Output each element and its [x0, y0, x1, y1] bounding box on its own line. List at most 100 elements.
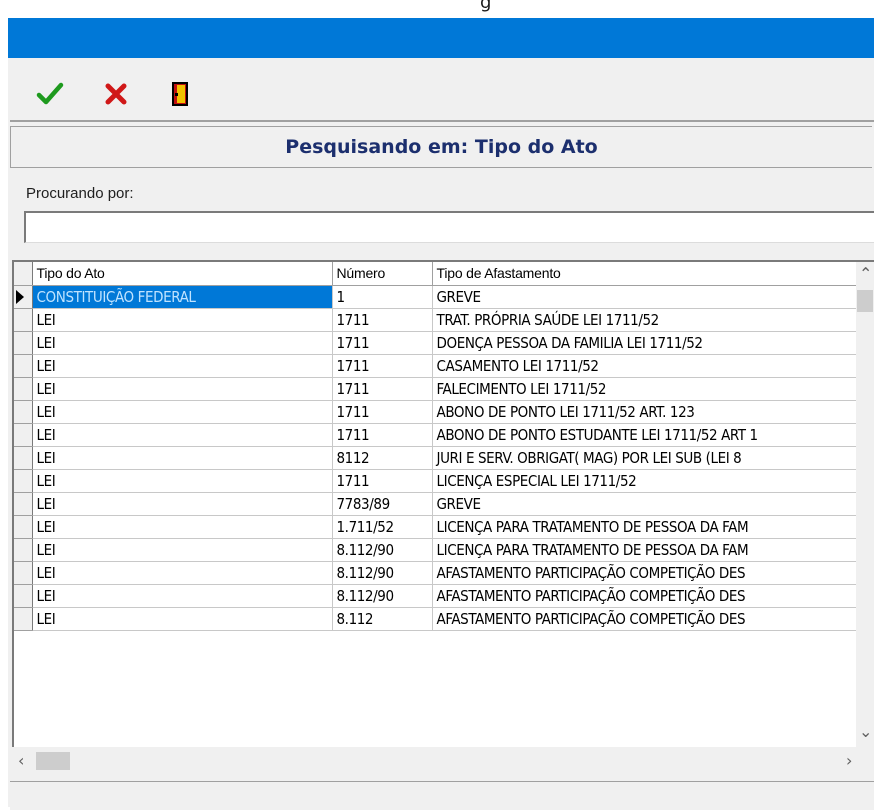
column-header-tipo-do-ato[interactable]: Tipo do Ato [32, 262, 333, 286]
table-row[interactable]: LEI 1711 DOENÇA PESSOA DA FAMILIA LEI 1711… [14, 331, 873, 355]
table-row[interactable]: LEI 1711 TRAT. PRÓPRIA SAÚDE LEI 1711/52 [14, 308, 873, 332]
cell-numero[interactable]: 1 [332, 285, 433, 309]
cell-tipo-do-ato[interactable]: LEI [32, 607, 333, 631]
cell-tipo-de-afastamento[interactable]: FALECIMENTO LEI 1711/52 [432, 377, 873, 401]
cell-tipo-do-ato[interactable]: LEI [32, 446, 333, 470]
table-row[interactable]: LEI 1711 LICENÇA ESPECIAL LEI 1711/52 [14, 469, 873, 493]
row-indicator[interactable] [14, 538, 33, 562]
row-indicator[interactable] [14, 515, 33, 539]
cell-numero[interactable]: 8.112/90 [332, 561, 433, 585]
chevron-up-icon[interactable]: ⌃ [859, 264, 872, 283]
vertical-scroll-thumb[interactable] [857, 290, 873, 312]
column-header-tipo-de-afastamento[interactable]: Tipo de Afastamento [432, 262, 873, 286]
cell-tipo-do-ato[interactable]: LEI [32, 492, 333, 516]
vertical-scrollbar[interactable]: ⌃ ⌄ [856, 262, 874, 747]
cell-numero[interactable]: 1711 [332, 331, 433, 355]
cell-tipo-de-afastamento[interactable]: JURI E SERV. OBRIGAT( MAG) POR LEI SUB (… [432, 446, 873, 470]
table-row[interactable]: LEI 8.112/90 AFASTAMENTO PARTICIPAÇÃO COMP… [14, 561, 873, 585]
row-indicator[interactable] [14, 561, 33, 585]
cell-numero[interactable]: 8.112 [332, 607, 433, 631]
cell-tipo-do-ato[interactable]: LEI [32, 515, 333, 539]
row-indicator-header [14, 262, 33, 286]
cell-tipo-do-ato[interactable]: LEI [32, 584, 333, 608]
cell-tipo-do-ato[interactable]: LEI [32, 423, 333, 447]
cell-tipo-do-ato[interactable]: LEI [32, 308, 333, 332]
cell-tipo-de-afastamento[interactable]: GREVE [432, 285, 873, 309]
row-indicator[interactable] [14, 584, 33, 608]
cell-tipo-do-ato[interactable]: LEI [32, 469, 333, 493]
table-row[interactable]: LEI 8.112/90 LICENÇA PARA TRATAMENTO DE PE… [14, 538, 873, 562]
cell-numero[interactable]: 7783/89 [332, 492, 433, 516]
cell-tipo-de-afastamento[interactable]: ABONO DE PONTO LEI 1711/52 ART. 123 [432, 400, 873, 424]
cancel-button[interactable] [100, 78, 132, 110]
search-header: Pesquisando em: Tipo do Ato [10, 126, 872, 168]
cell-tipo-do-ato[interactable]: LEI [32, 377, 333, 401]
cell-tipo-de-afastamento[interactable]: DOENÇA PESSOA DA FAMILIA LEI 1711/52 [432, 331, 873, 355]
table-row[interactable]: LEI 8.112/90 AFASTAMENTO PARTICIPAÇÃO COMP… [14, 584, 873, 608]
table-row[interactable]: LEI 1.711/52 LICENÇA PARA TRATAMENTO DE PE… [14, 515, 873, 539]
cell-numero[interactable]: 8.112/90 [332, 584, 433, 608]
chevron-left-icon[interactable]: ‹ [18, 751, 24, 770]
row-indicator[interactable] [14, 492, 33, 516]
cell-tipo-de-afastamento[interactable]: LICENÇA PARA TRATAMENTO DE PESSOA DA FAM [432, 538, 873, 562]
table-row[interactable]: LEI 1711 ABONO DE PONTO LEI 1711/52 ART. 1… [14, 400, 873, 424]
cell-tipo-do-ato[interactable]: LEI [32, 400, 333, 424]
chevron-right-icon[interactable]: › [846, 751, 852, 770]
cell-tipo-de-afastamento[interactable]: GREVE [432, 492, 873, 516]
cell-tipo-de-afastamento[interactable]: AFASTAMENTO PARTICIPAÇÃO COMPETIÇÃO DES [432, 607, 873, 631]
table-header-row: Tipo do Ato Número Tipo de Afastamento [14, 262, 873, 286]
results-grid[interactable]: Tipo do Ato Número Tipo de Afastamento C… [12, 260, 874, 747]
table-row[interactable]: LEI 1711 CASAMENTO LEI 1711/52 [14, 354, 873, 378]
column-header-numero[interactable]: Número [332, 262, 433, 286]
row-indicator[interactable] [14, 285, 33, 309]
cell-numero[interactable]: 1711 [332, 354, 433, 378]
window-title-fragment: g [480, 0, 492, 13]
cell-numero[interactable]: 1711 [332, 469, 433, 493]
cell-numero[interactable]: 8112 [332, 446, 433, 470]
row-indicator[interactable] [14, 377, 33, 401]
row-indicator[interactable] [14, 354, 33, 378]
row-indicator[interactable] [14, 423, 33, 447]
cell-tipo-do-ato[interactable]: LEI [32, 354, 333, 378]
chevron-down-icon[interactable]: ⌄ [859, 722, 872, 741]
cell-numero[interactable]: 1711 [332, 400, 433, 424]
cell-tipo-de-afastamento[interactable]: CASAMENTO LEI 1711/52 [432, 354, 873, 378]
row-indicator[interactable] [14, 331, 33, 355]
exit-button[interactable] [164, 78, 196, 110]
horizontal-scroll-thumb[interactable] [36, 752, 70, 770]
x-icon [105, 83, 127, 105]
cell-tipo-de-afastamento[interactable]: LICENÇA ESPECIAL LEI 1711/52 [432, 469, 873, 493]
row-indicator[interactable] [14, 308, 33, 332]
row-indicator[interactable] [14, 446, 33, 470]
horizontal-scrollbar[interactable]: ‹ › [12, 749, 874, 773]
cell-numero[interactable]: 8.112/90 [332, 538, 433, 562]
table-row[interactable]: LEI 7783/89 GREVE [14, 492, 873, 516]
cell-tipo-do-ato[interactable]: LEI [32, 331, 333, 355]
table-row[interactable]: LEI 8.112 AFASTAMENTO PARTICIPAÇÃO COMPETI… [14, 607, 873, 631]
table-row[interactable]: LEI 1711 ABONO DE PONTO ESTUDANTE LEI 1711… [14, 423, 873, 447]
title-bar[interactable] [8, 18, 874, 58]
cell-tipo-de-afastamento[interactable]: AFASTAMENTO PARTICIPAÇÃO COMPETIÇÃO DES [432, 584, 873, 608]
cell-numero[interactable]: 1711 [332, 377, 433, 401]
search-panel: Pesquisando em: Tipo do Ato Procurando p… [10, 120, 874, 810]
cell-numero[interactable]: 1.711/52 [332, 515, 433, 539]
row-indicator[interactable] [14, 400, 33, 424]
row-indicator[interactable] [14, 469, 33, 493]
cell-numero[interactable]: 1711 [332, 308, 433, 332]
search-input[interactable] [24, 211, 874, 243]
cell-tipo-de-afastamento[interactable]: AFASTAMENTO PARTICIPAÇÃO COMPETIÇÃO DES [432, 561, 873, 585]
cell-tipo-de-afastamento[interactable]: TRAT. PRÓPRIA SAÚDE LEI 1711/52 [432, 308, 873, 332]
search-window: Pesquisando em: Tipo do Ato Procurando p… [8, 58, 874, 810]
cell-numero[interactable]: 1711 [332, 423, 433, 447]
confirm-button[interactable] [34, 78, 66, 110]
table-row[interactable]: CONSTITUIÇÃO FEDERAL 1 GREVE [14, 285, 873, 309]
row-indicator[interactable] [14, 607, 33, 631]
table-row[interactable]: LEI 1711 FALECIMENTO LEI 1711/52 [14, 377, 873, 401]
cell-tipo-de-afastamento[interactable]: ABONO DE PONTO ESTUDANTE LEI 1711/52 ART… [432, 423, 873, 447]
cell-tipo-do-ato[interactable]: LEI [32, 538, 333, 562]
cell-tipo-do-ato[interactable]: CONSTITUIÇÃO FEDERAL [32, 285, 333, 309]
table-row[interactable]: LEI 8112 JURI E SERV. OBRIGAT( MAG) POR LE… [14, 446, 873, 470]
status-bar [10, 781, 874, 810]
cell-tipo-de-afastamento[interactable]: LICENÇA PARA TRATAMENTO DE PESSOA DA FAM [432, 515, 873, 539]
cell-tipo-do-ato[interactable]: LEI [32, 561, 333, 585]
